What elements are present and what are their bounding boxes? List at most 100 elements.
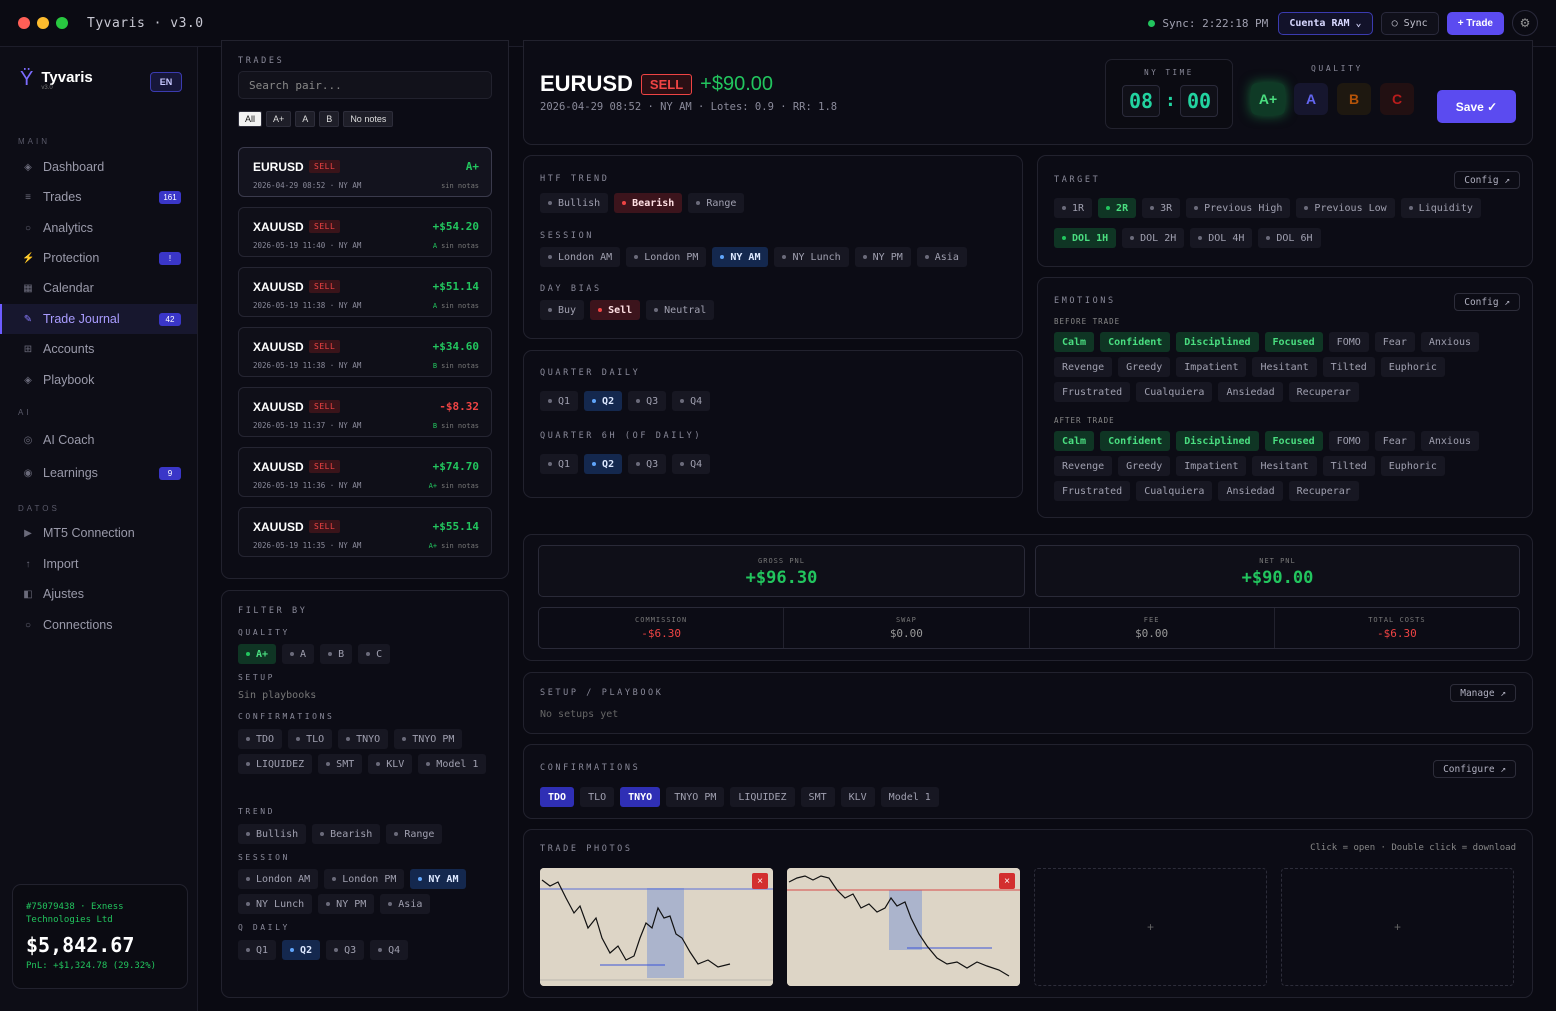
option-ny-lunch[interactable]: NY Lunch xyxy=(774,247,849,267)
option-greedy[interactable]: Greedy xyxy=(1118,357,1171,377)
option-dol-6h[interactable]: DOL 6H xyxy=(1258,228,1321,248)
maximize-window-button[interactable] xyxy=(56,17,68,29)
trade-photo-2[interactable]: × xyxy=(787,868,1020,986)
language-button[interactable]: EN xyxy=(150,72,182,92)
option-fomo[interactable]: FOMO xyxy=(1328,431,1369,451)
trade-list-item[interactable]: XAUUSD SELL 2026-05-19 11:36 · NY AM +$74.7… xyxy=(238,447,492,497)
option-model-1[interactable]: Model 1 xyxy=(880,787,939,807)
sidebar-item-trades[interactable]: ≡ Trades 161 xyxy=(0,182,197,212)
option-klv[interactable]: KLV xyxy=(840,787,875,807)
option-calm[interactable]: Calm xyxy=(1054,332,1095,352)
option-disciplined[interactable]: Disciplined xyxy=(1176,332,1259,352)
sidebar-item-analytics[interactable]: ○ Analytics xyxy=(0,213,197,243)
option-tnyo-pm[interactable]: TNYO PM xyxy=(666,787,725,807)
remove-photo-1-button[interactable]: × xyxy=(752,873,768,889)
sidebar-item-calendar[interactable]: ▦ Calendar xyxy=(0,273,197,303)
option-london-pm[interactable]: London PM xyxy=(626,247,707,267)
account-selector[interactable]: Cuenta RAM ⌄ xyxy=(1278,11,1373,35)
configure-confirmations-button[interactable]: Configure ↗ xyxy=(1433,760,1516,778)
option-recuperar[interactable]: Recuperar xyxy=(1288,382,1359,402)
emotions-config-button[interactable]: Config ↗ xyxy=(1454,293,1520,311)
option-fear[interactable]: Fear xyxy=(1374,332,1415,352)
option-london-am[interactable]: London AM xyxy=(238,869,319,889)
option-cualquiera[interactable]: Cualquiera xyxy=(1136,382,1213,402)
sidebar-item-accounts[interactable]: ⊞ Accounts xyxy=(0,334,197,364)
search-input[interactable]: Search pair... xyxy=(238,71,492,99)
remove-photo-2-button[interactable]: × xyxy=(999,873,1015,889)
sidebar-item-protection[interactable]: ⚡ Protection! xyxy=(0,243,197,273)
ny-hour[interactable]: 08 xyxy=(1122,85,1160,117)
option-smt[interactable]: SMT xyxy=(800,787,835,807)
option-euphoric[interactable]: Euphoric xyxy=(1380,456,1445,476)
sidebar-item-connections[interactable]: ○ Connections xyxy=(0,610,197,640)
option-tilted[interactable]: Tilted xyxy=(1322,357,1375,377)
option-tnyo[interactable]: TNYO xyxy=(620,787,661,807)
target-config-button[interactable]: Config ↗ xyxy=(1454,171,1520,189)
option-tdo[interactable]: TDO xyxy=(238,729,283,749)
option-ny-am[interactable]: NY AM xyxy=(410,869,467,889)
new-trade-button[interactable]: + Trade xyxy=(1446,11,1504,35)
trade-list-item[interactable]: XAUUSD SELL 2026-05-19 11:37 · NY AM -$8.32… xyxy=(238,387,492,437)
sync-button[interactable]: ○ Sync xyxy=(1380,11,1439,35)
option-calm[interactable]: Calm xyxy=(1054,431,1095,451)
option-bullish[interactable]: Bullish xyxy=(238,824,307,844)
option-q1[interactable]: Q1 xyxy=(540,391,579,411)
option-range[interactable]: Range xyxy=(688,193,745,213)
option-tnyo-pm[interactable]: TNYO PM xyxy=(394,729,463,749)
option-buy[interactable]: Buy xyxy=(540,300,585,320)
quality-c-button[interactable]: C xyxy=(1380,83,1414,115)
option-q2[interactable]: Q2 xyxy=(282,940,321,960)
option-previous-high[interactable]: Previous High xyxy=(1186,198,1291,218)
option-3r[interactable]: 3R xyxy=(1142,198,1181,218)
option-ansiedad[interactable]: Ansiedad xyxy=(1218,481,1283,501)
sidebar-item-learnings[interactable]: ◉ Learnings 9 xyxy=(0,458,197,488)
option-cualquiera[interactable]: Cualquiera xyxy=(1136,481,1213,501)
option-anxious[interactable]: Anxious xyxy=(1420,431,1480,451)
option-focused[interactable]: Focused xyxy=(1264,431,1323,451)
option-asia[interactable]: Asia xyxy=(916,247,967,267)
option-tlo[interactable]: TLO xyxy=(580,787,615,807)
option-tlo[interactable]: TLO xyxy=(288,729,333,749)
option-ny-lunch[interactable]: NY Lunch xyxy=(238,894,313,914)
option-q4[interactable]: Q4 xyxy=(672,454,711,474)
option-revenge[interactable]: Revenge xyxy=(1054,357,1113,377)
close-window-button[interactable] xyxy=(18,17,30,29)
filter-chip-b[interactable]: B xyxy=(319,111,340,127)
account-card[interactable]: #75079438 · Exness Technologies Ltd $5,8… xyxy=(12,884,188,989)
option-greedy[interactable]: Greedy xyxy=(1118,456,1171,476)
option-ansiedad[interactable]: Ansiedad xyxy=(1218,382,1283,402)
filter-chip-a[interactable]: A+ xyxy=(266,111,292,127)
manage-setups-button[interactable]: Manage ↗ xyxy=(1450,684,1516,702)
option-ny-am[interactable]: NY AM xyxy=(712,247,769,267)
filter-chip-a[interactable]: A xyxy=(295,111,316,127)
option-dol-2h[interactable]: DOL 2H xyxy=(1122,228,1185,248)
option-bearish[interactable]: Bearish xyxy=(312,824,381,844)
option-london-am[interactable]: London AM xyxy=(540,247,621,267)
option-b[interactable]: B xyxy=(320,644,353,664)
trade-list-item[interactable]: XAUUSD SELL 2026-05-19 11:35 · NY AM +$55.1… xyxy=(238,507,492,557)
option-q3[interactable]: Q3 xyxy=(628,454,667,474)
minimize-window-button[interactable] xyxy=(37,17,49,29)
option-q3[interactable]: Q3 xyxy=(326,940,365,960)
option-bearish[interactable]: Bearish xyxy=(614,193,683,213)
trade-list-item[interactable]: XAUUSD SELL 2026-05-19 11:38 · NY AM +$34.6… xyxy=(238,327,492,377)
option-recuperar[interactable]: Recuperar xyxy=(1288,481,1359,501)
quality-a-button[interactable]: A xyxy=(1294,83,1328,115)
option-dol-1h[interactable]: DOL 1H xyxy=(1054,228,1117,248)
ny-minute[interactable]: 00 xyxy=(1180,85,1218,117)
option-q4[interactable]: Q4 xyxy=(370,940,409,960)
sidebar-item-trade-journal[interactable]: ✎ Trade Journal 42 xyxy=(0,304,197,334)
option-q2[interactable]: Q2 xyxy=(584,391,623,411)
add-photo-slot-1[interactable]: + xyxy=(1034,868,1267,986)
trade-list-item[interactable]: XAUUSD SELL 2026-05-19 11:40 · NY AM +$54.2… xyxy=(238,207,492,257)
option-confident[interactable]: Confident xyxy=(1100,431,1171,451)
option-model-1[interactable]: Model 1 xyxy=(418,754,487,774)
option-sell[interactable]: Sell xyxy=(590,300,641,320)
option-tdo[interactable]: TDO xyxy=(540,787,575,807)
save-button[interactable]: Save ✓ xyxy=(1437,90,1516,123)
option-fomo[interactable]: FOMO xyxy=(1328,332,1369,352)
option-dol-4h[interactable]: DOL 4H xyxy=(1190,228,1253,248)
option-asia[interactable]: Asia xyxy=(380,894,431,914)
option-smt[interactable]: SMT xyxy=(318,754,363,774)
trade-list-item[interactable]: XAUUSD SELL 2026-05-19 11:38 · NY AM +$51.1… xyxy=(238,267,492,317)
